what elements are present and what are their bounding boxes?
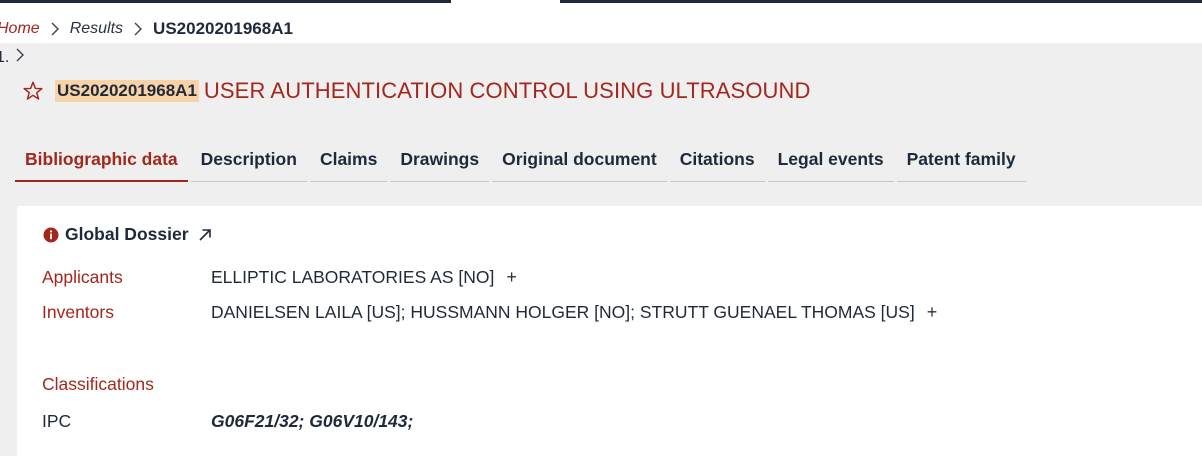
- tab-original-document[interactable]: Original document: [492, 138, 667, 182]
- tab-drawings[interactable]: Drawings: [390, 138, 490, 182]
- bibliographic-card: Global Dossier Applicants ELLIPTIC LABOR…: [17, 206, 1202, 456]
- tab-claims[interactable]: Claims: [309, 138, 388, 182]
- expand-applicants-button[interactable]: +: [506, 267, 517, 288]
- applicants-value-row: ELLIPTIC LABORATORIES AS [NO] +: [211, 267, 517, 288]
- document-title: USER AUTHENTICATION CONTROL USING ULTRAS…: [203, 78, 811, 103]
- top-divider-right: [560, 0, 1202, 3]
- applicants-label: Applicants: [42, 267, 123, 287]
- tab-patent-family[interactable]: Patent family: [896, 138, 1026, 182]
- inventors-value: DANIELSEN LAILA [US]; HUSSMANN HOLGER [N…: [211, 302, 915, 322]
- applicants-value: ELLIPTIC LABORATORIES AS [NO]: [211, 267, 495, 287]
- publication-number: US2020201968A1: [55, 80, 199, 102]
- ipc-label: IPC: [42, 411, 72, 431]
- ipc-value-row: G06F21/32; G06V10/143;: [211, 411, 413, 432]
- breadcrumb-results-link[interactable]: Results: [70, 20, 123, 38]
- inventors-label: Inventors: [42, 302, 114, 322]
- external-link-icon: [198, 228, 211, 241]
- top-divider-left: [0, 0, 451, 3]
- global-dossier-label: Global Dossier: [65, 224, 189, 244]
- breadcrumb-home-link[interactable]: Home: [0, 20, 40, 38]
- result-index-number: 1.: [0, 48, 10, 66]
- info-icon: [43, 227, 59, 242]
- inventors-value-row: DANIELSEN LAILA [US]; HUSSMANN HOLGER [N…: [211, 302, 937, 323]
- tab-bibliographic-data[interactable]: Bibliographic data: [15, 138, 188, 182]
- document-tabs: Bibliographic data Description Claims Dr…: [15, 138, 1029, 182]
- ipc-value[interactable]: G06F21/32; G06V10/143;: [211, 411, 413, 432]
- tab-description[interactable]: Description: [190, 138, 307, 182]
- result-index: 1.: [0, 47, 25, 68]
- tab-citations[interactable]: Citations: [669, 138, 765, 182]
- breadcrumb-current: US2020201968A1: [153, 19, 293, 38]
- classifications-label: Classifications: [42, 374, 154, 394]
- tab-legal-events[interactable]: Legal events: [767, 138, 894, 182]
- document-title-row: US2020201968A1 USER AUTHENTICATION CONTR…: [22, 78, 811, 104]
- breadcrumb: Home Results US2020201968A1: [0, 17, 293, 41]
- chevron-right-icon: [123, 20, 153, 38]
- star-icon[interactable]: [22, 80, 44, 102]
- chevron-right-icon[interactable]: [15, 47, 25, 68]
- expand-inventors-button[interactable]: +: [927, 302, 938, 323]
- chevron-right-icon: [40, 20, 70, 38]
- global-dossier-link[interactable]: Global Dossier: [43, 224, 213, 245]
